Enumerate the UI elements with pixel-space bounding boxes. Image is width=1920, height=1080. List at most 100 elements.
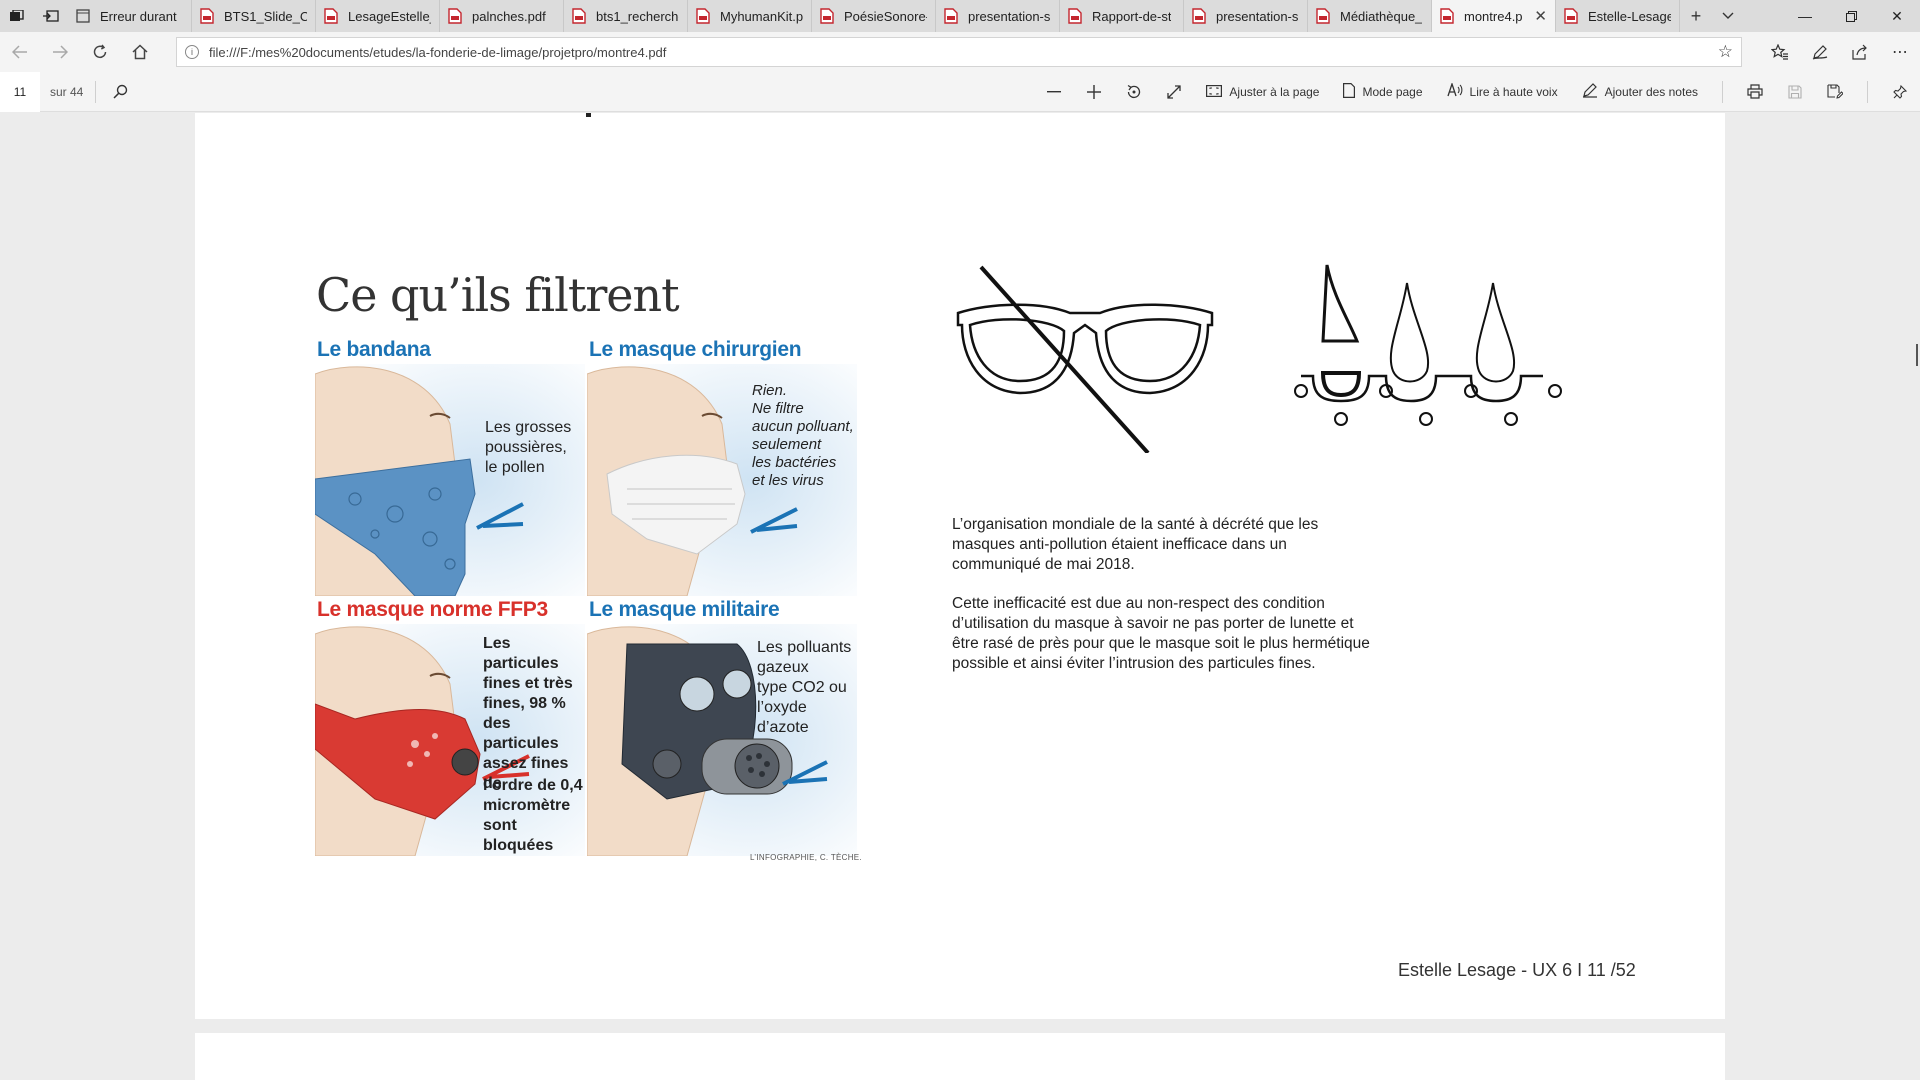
save-as-icon[interactable] xyxy=(1815,72,1855,112)
print-icon[interactable] xyxy=(1735,72,1775,112)
cut-off-glyph xyxy=(586,113,591,117)
close-tab-icon[interactable]: ✕ xyxy=(1534,7,1547,25)
tab-5[interactable]: bts1_recherche xyxy=(564,0,688,32)
new-tab-button[interactable]: + xyxy=(1680,0,1712,32)
tab-11[interactable]: Médiathèque_ xyxy=(1308,0,1432,32)
tab-strip: Erreur durant BTS1_Slide_CIF LesageEstelle… xyxy=(68,0,1680,32)
restore-button[interactable] xyxy=(1828,0,1874,32)
rotate-icon[interactable] xyxy=(1114,72,1154,112)
pdf-icon xyxy=(1068,8,1082,24)
tab-label: Rapport-de-st xyxy=(1092,8,1172,24)
tab-13[interactable]: Estelle-Lesage xyxy=(1556,0,1680,32)
tab-10[interactable]: presentation-s xyxy=(1184,0,1308,32)
pdf-icon xyxy=(1564,8,1578,24)
zoom-in-icon[interactable] xyxy=(1074,72,1114,112)
search-icon[interactable] xyxy=(108,84,132,99)
paragraph-who: L’organisation mondiale de la santé à dé… xyxy=(952,516,1319,573)
toolbar-divider xyxy=(1722,80,1723,103)
favorites-icon[interactable] xyxy=(1760,42,1800,62)
tab-label: Estelle-Lesage xyxy=(1588,8,1671,24)
minimize-button[interactable]: — xyxy=(1782,0,1828,32)
page-mode-icon xyxy=(1343,82,1356,101)
share-icon[interactable] xyxy=(1840,42,1880,62)
add-notes-pen-icon xyxy=(1582,82,1598,101)
crossed-glasses-icon xyxy=(956,265,1214,453)
pdf-icon xyxy=(200,8,214,24)
tab-label: LesageEstelle_ xyxy=(348,8,431,24)
tab-7[interactable]: PoésieSonore- xyxy=(812,0,936,32)
pdf-icon xyxy=(696,8,710,24)
tab-label: Erreur durant xyxy=(100,8,177,24)
tab-8[interactable]: presentation-s xyxy=(936,0,1060,32)
panel-note-continued: l’ordre de 0,4 micromètre sont bloquées xyxy=(483,777,583,854)
tab-label: Médiathèque_ xyxy=(1340,8,1423,24)
site-info-icon[interactable]: i xyxy=(185,45,199,59)
tab-3[interactable]: LesageEstelle_ xyxy=(316,0,440,32)
pen-notes-icon[interactable] xyxy=(1800,42,1840,62)
url-field[interactable]: i file:///F:/mes%20documents/etudes/la-f… xyxy=(176,37,1742,67)
tab-1[interactable]: Erreur durant xyxy=(68,0,192,32)
tab-bar: Erreur durant BTS1_Slide_CIF LesageEstelle… xyxy=(0,0,1920,32)
panel-title: Le masque chirurgien xyxy=(589,338,802,361)
read-aloud-button[interactable]: Lire à haute voix xyxy=(1435,72,1570,112)
favorite-star-icon[interactable]: ☆ xyxy=(1718,42,1733,62)
next-pdf-page xyxy=(195,1033,1725,1080)
save-icon[interactable] xyxy=(1775,72,1815,112)
panel-ffp3-mask: Le masque norme FFP3 Les particules fine… xyxy=(315,598,585,856)
browser-actions: ⋯ xyxy=(1760,42,1920,62)
back-button[interactable] xyxy=(0,32,40,72)
scrollbar-thumb[interactable] xyxy=(1916,344,1918,366)
hair-follicles-icon xyxy=(1294,264,1562,426)
page-total: sur 44 xyxy=(50,84,84,99)
toolbar-divider xyxy=(95,80,97,103)
tab-label: montre4.p xyxy=(1464,8,1523,24)
tab-6[interactable]: MyhumanKit.p xyxy=(688,0,812,32)
tab-2[interactable]: BTS1_Slide_CIF xyxy=(192,0,316,32)
infographic-credit: L’INFOGRAPHIE, C. TÈCHE. xyxy=(750,853,862,862)
home-button[interactable] xyxy=(120,32,160,72)
window-controls: — ✕ xyxy=(1782,0,1920,32)
tab-label: presentation-s xyxy=(1216,8,1299,24)
more-icon[interactable]: ⋯ xyxy=(1880,42,1920,62)
tab-preview-chevron-icon[interactable] xyxy=(1712,0,1744,32)
fit-page-label: Ajuster à la page xyxy=(1229,84,1320,99)
panel-title: Le bandana xyxy=(317,338,431,361)
fit-page-icon xyxy=(1206,84,1223,100)
tab-label: BTS1_Slide_CIF xyxy=(224,8,307,24)
pdf-toolbar: 11 sur 44 Ajuster à la page Mode page Li… xyxy=(0,71,1920,112)
tab-9[interactable]: Rapport-de-st xyxy=(1060,0,1184,32)
pdf-tools: Ajuster à la page Mode page Lire à haute… xyxy=(1034,72,1920,112)
set-aside-tabs-icon[interactable] xyxy=(34,0,68,32)
fit-page-button[interactable]: Ajuster à la page xyxy=(1194,72,1331,112)
pdf-icon xyxy=(1316,8,1330,24)
add-notes-button[interactable]: Ajouter des notes xyxy=(1570,72,1710,112)
panel-military-mask: Le masque militaire Les polluants gazeux… xyxy=(587,598,857,856)
address-bar: i file:///F:/mes%20documents/etudes/la-f… xyxy=(0,32,1920,72)
tab-actions-icon[interactable] xyxy=(0,0,34,32)
zoom-out-icon[interactable] xyxy=(1034,72,1074,112)
fullscreen-icon[interactable] xyxy=(1154,72,1194,112)
tab-label: palnches.pdf xyxy=(472,8,546,24)
refresh-button[interactable] xyxy=(80,32,120,72)
panel-note: Les particules fines et très fines, 98 %… xyxy=(483,635,573,792)
pin-toolbar-icon[interactable] xyxy=(1880,72,1920,112)
panel-surgical-mask: Le masque chirurgien Rien. Ne filtre auc… xyxy=(587,338,857,596)
tab-label: MyhumanKit.p xyxy=(720,8,803,24)
close-window-button[interactable]: ✕ xyxy=(1874,0,1920,32)
paragraph-inefficiency: Cette inefficacité est due au non-respec… xyxy=(952,595,1370,672)
tab-12[interactable]: montre4.p ✕ xyxy=(1432,0,1556,32)
pdf-viewer[interactable]: Ce qu’ils filtrent Le bandana Les grosse… xyxy=(0,113,1920,1080)
pdf-icon xyxy=(820,8,834,24)
page-number-input[interactable]: 11 xyxy=(0,71,40,112)
panel-bandana: Le bandana Les grosses poussières, le po… xyxy=(315,338,585,596)
tab-label: bts1_recherche xyxy=(596,8,679,24)
tab-label: PoésieSonore- xyxy=(844,8,927,24)
pdf-icon xyxy=(944,8,958,24)
forward-button[interactable] xyxy=(40,32,80,72)
tab-4[interactable]: palnches.pdf xyxy=(440,0,564,32)
pdf-icon xyxy=(1440,8,1454,24)
page-mode-button[interactable]: Mode page xyxy=(1331,72,1434,112)
read-aloud-label: Lire à haute voix xyxy=(1469,84,1558,99)
pdf-icon xyxy=(1192,8,1206,24)
pdf-page: Ce qu’ils filtrent Le bandana Les grosse… xyxy=(195,113,1725,1019)
